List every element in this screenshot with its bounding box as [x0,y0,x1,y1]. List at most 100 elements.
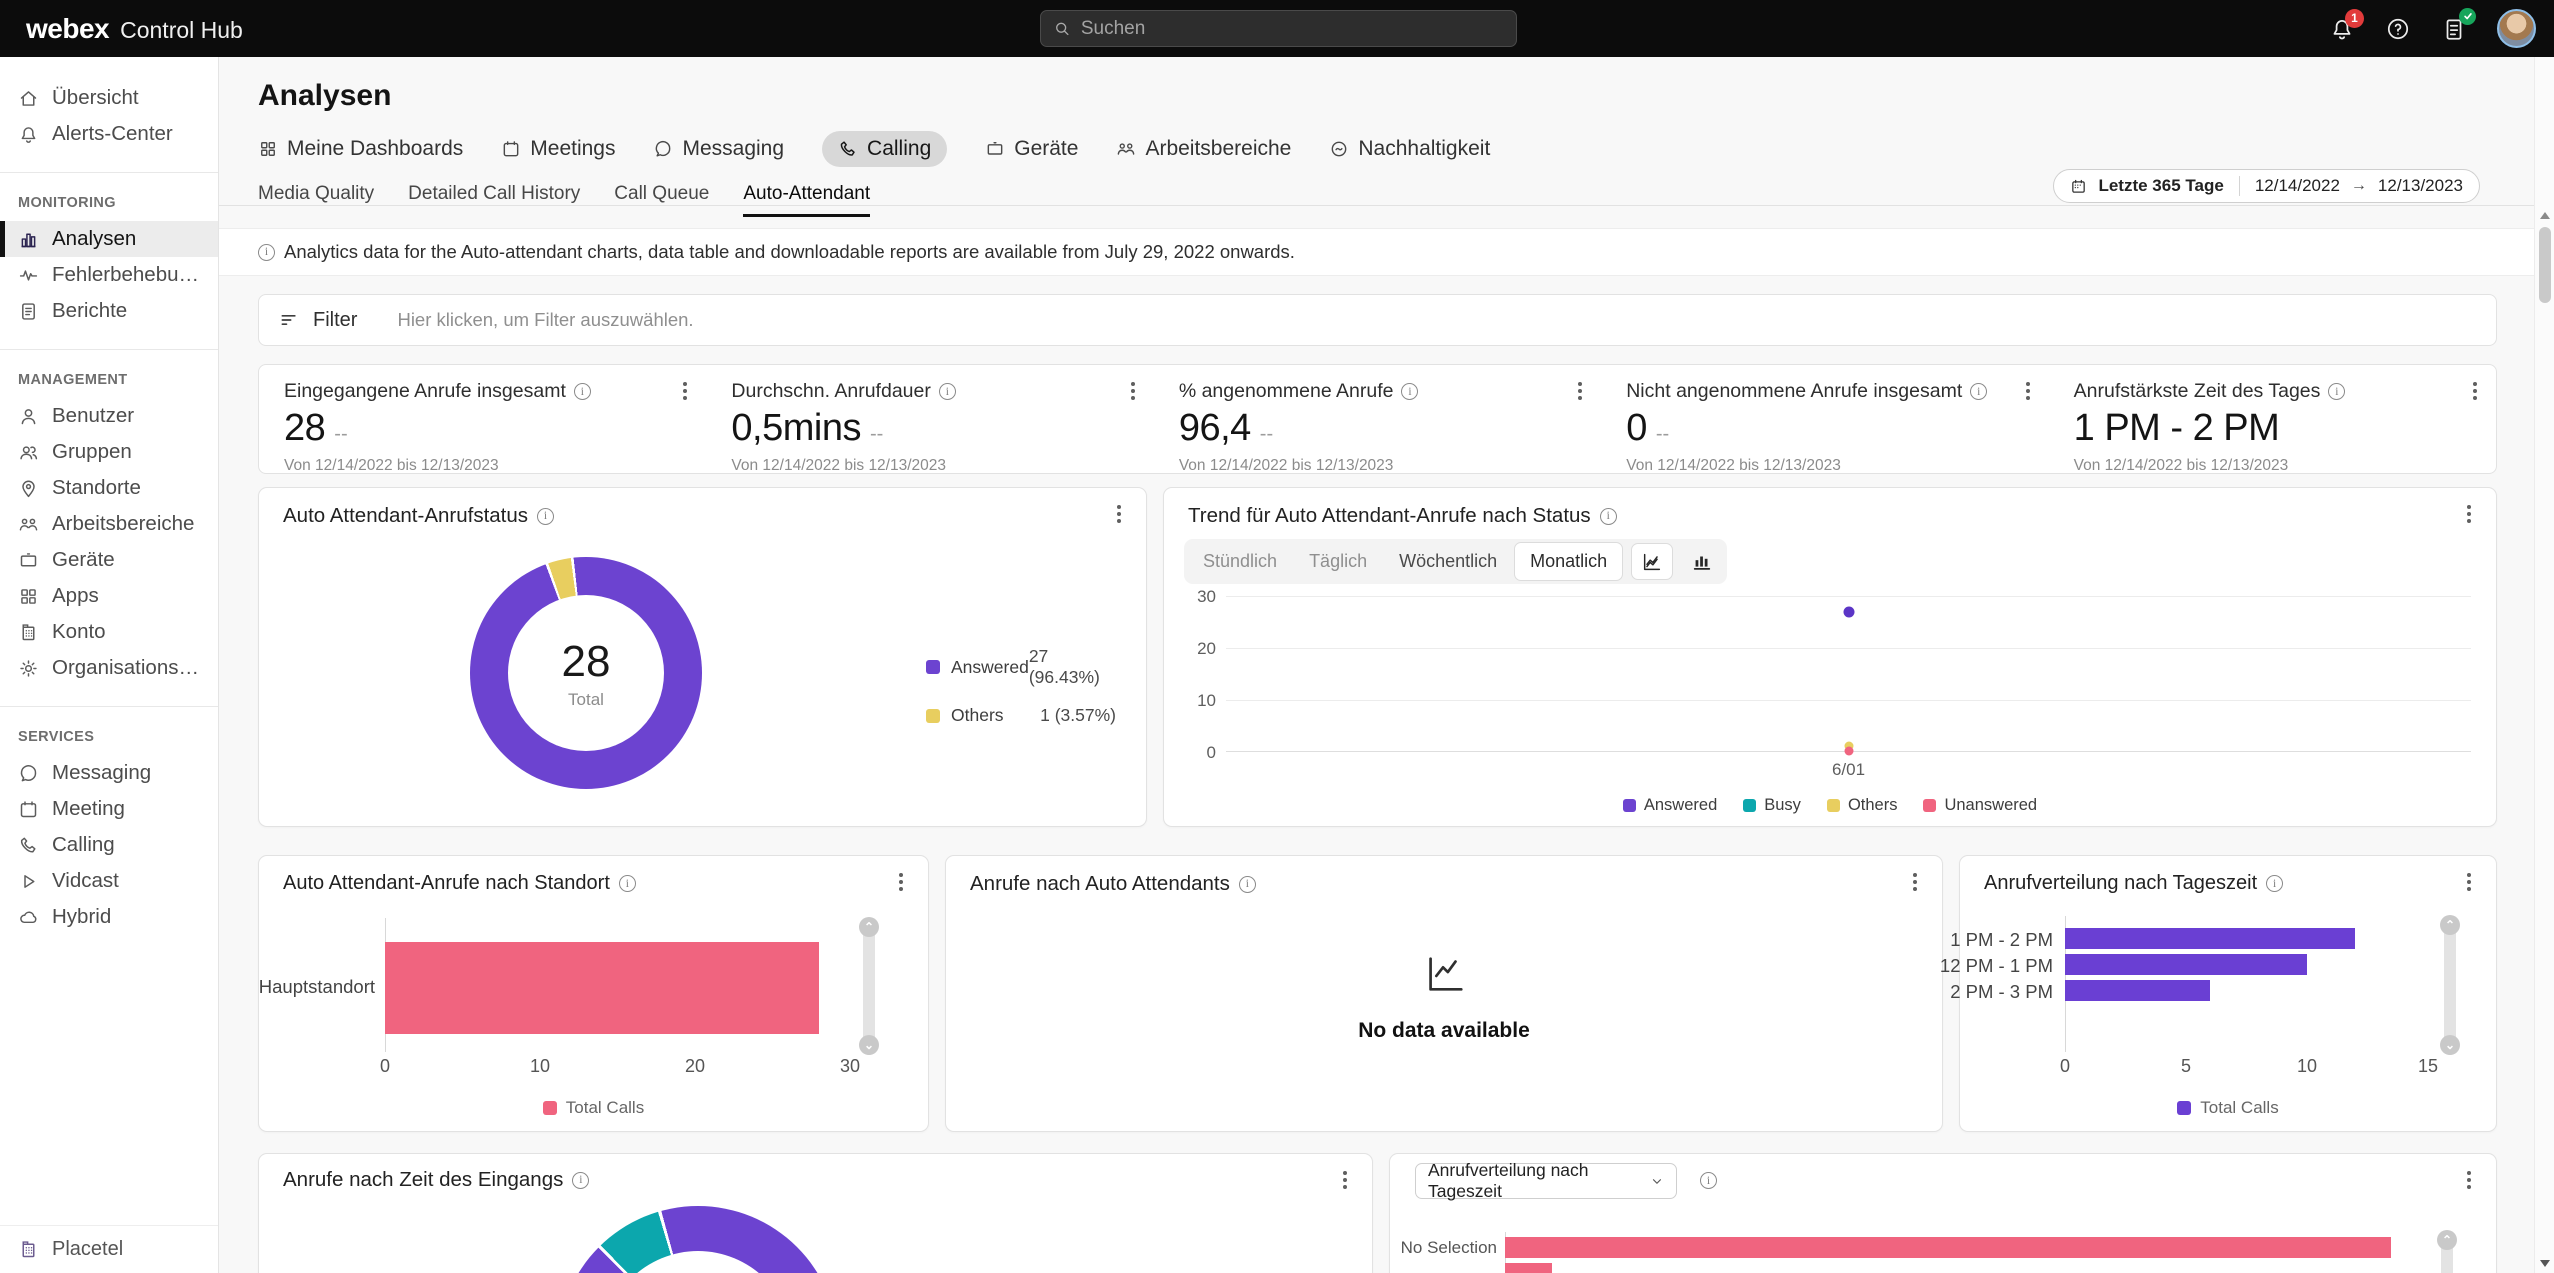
scroll-down-icon[interactable]: ⌄ [859,1035,879,1055]
subtab-auto-attendant[interactable]: Auto-Attendant [743,183,870,217]
info-icon[interactable]: i [619,875,636,892]
legend-answered[interactable]: Answered [1623,796,1717,815]
sidebar-item-apps[interactable]: Apps [0,578,218,614]
kebab-menu[interactable] [1120,379,1146,405]
kebab-menu[interactable] [672,379,698,405]
tab-nachhaltigkeit[interactable]: Nachhaltigkeit [1329,137,1490,161]
search-box[interactable] [1040,10,1517,47]
chart-scrollbar[interactable]: ⌃ [2441,1239,2453,1273]
data-point-answered[interactable] [1843,606,1854,617]
sidebar-footer-placetel[interactable]: Placetel [0,1225,218,1273]
date-end[interactable]: 12/13/2023 [2378,176,2463,196]
tab-arbeitsbereiche[interactable]: Arbeitsbereiche [1116,137,1291,161]
info-icon[interactable]: i [1401,383,1418,400]
toggle-stuendlich[interactable]: Stündlich [1188,543,1292,580]
info-icon[interactable]: i [1239,876,1256,893]
info-icon[interactable]: i [1700,1172,1717,1189]
info-icon[interactable]: i [537,508,554,525]
sidebar-item-messaging[interactable]: Messaging [0,755,218,791]
scroll-up-icon[interactable]: ⌃ [859,917,879,937]
tab-messaging[interactable]: Messaging [653,137,784,161]
bar-hauptstandort[interactable] [385,942,819,1034]
kebab-menu[interactable] [2456,502,2482,528]
sidebar-item-vidcast[interactable]: Vidcast [0,863,218,899]
info-icon[interactable]: i [1970,383,1987,400]
bar-partial[interactable] [1505,1263,1552,1273]
date-range-picker[interactable]: Letzte 365 Tage 12/14/2022 → 12/13/2023 [2053,169,2480,203]
info-icon[interactable]: i [574,383,591,400]
chart-scrollbar[interactable]: ⌃ ⌄ [2444,924,2456,1046]
sidebar-item-calling[interactable]: Calling [0,827,218,863]
search-input[interactable] [1081,18,1504,40]
subtab-call-queue[interactable]: Call Queue [614,183,709,217]
brand-logo[interactable]: webex Control Hub [26,13,243,45]
sidebar-item-meeting[interactable]: Meeting [0,791,218,827]
info-icon[interactable]: i [2266,875,2283,892]
sidebar-item-organisationseinstellungen[interactable]: Organisationseinstellun... [0,650,218,686]
sidebar-item-berichte[interactable]: Berichte [0,293,218,329]
toggle-monatlich[interactable]: Monatlich [1514,542,1623,581]
scroll-up-icon[interactable] [2540,212,2550,219]
whats-new-icon[interactable] [2441,16,2467,42]
toggle-woechentlich[interactable]: Wöchentlich [1384,543,1512,580]
info-icon[interactable]: i [1600,508,1617,525]
legend-busy[interactable]: Busy [1743,796,1801,815]
info-icon[interactable]: i [572,1172,589,1189]
legend-unanswered[interactable]: Unanswered [1923,796,2037,815]
sidebar-item-konto[interactable]: Konto [0,614,218,650]
sidebar-item-arbeitsbereiche[interactable]: Arbeitsbereiche [0,506,218,542]
scrollbar-thumb[interactable] [2539,227,2551,303]
call-status-donut[interactable]: 28 Total [470,557,702,789]
sidebar-item-fehlerbehebung[interactable]: Fehlerbehebung [0,257,218,293]
tab-meetings[interactable]: Meetings [501,137,615,161]
toggle-taeglich[interactable]: Täglich [1294,543,1382,580]
entry-time-donut[interactable] [558,1206,838,1273]
subtab-detailed-call-history[interactable]: Detailed Call History [408,183,580,217]
notifications-bell-icon[interactable]: 1 [2329,16,2355,42]
info-icon[interactable]: i [2328,383,2345,400]
legend-others[interactable]: Others1 (3.57%) [926,705,1116,726]
sidebar-item-gruppen[interactable]: Gruppen [0,434,218,470]
bar-no-selection[interactable] [1505,1237,2391,1258]
kebab-menu[interactable] [2015,379,2041,405]
chart-scrollbar[interactable]: ⌃ ⌄ [863,926,875,1046]
kebab-menu[interactable] [2462,379,2488,405]
help-icon[interactable] [2385,16,2411,42]
bar-chart-view-button[interactable] [1681,543,1723,580]
info-icon[interactable]: i [939,383,956,400]
bar-1pm-2pm[interactable] [2065,928,2355,949]
kebab-menu[interactable] [1106,502,1132,528]
sidebar-item-uebersicht[interactable]: Übersicht [0,80,218,116]
sidebar-item-geraete[interactable]: Geräte [0,542,218,578]
sidebar-item-standorte[interactable]: Standorte [0,470,218,506]
legend-others[interactable]: Others [1827,796,1898,815]
kebab-menu[interactable] [1902,870,1928,896]
legend-answered[interactable]: Answered27 (96.43%) [926,646,1116,688]
data-point-unanswered[interactable] [1844,747,1853,756]
avatar[interactable] [2497,9,2536,48]
scroll-up-icon[interactable]: ⌃ [2440,915,2460,935]
tab-calling[interactable]: Calling [822,131,947,167]
sidebar-item-hybrid[interactable]: Hybrid [0,899,218,935]
kebab-menu[interactable] [1567,379,1593,405]
tab-geraete[interactable]: Geräte [985,137,1078,161]
subtab-media-quality[interactable]: Media Quality [258,183,374,217]
tab-meine-dashboards[interactable]: Meine Dashboards [258,137,463,161]
bar-2pm-3pm[interactable] [2065,980,2210,1001]
filter-bar[interactable]: Filter Hier klicken, um Filter auszuwähl… [258,294,2497,346]
bar-12pm-1pm[interactable] [2065,954,2307,975]
chart-select-dropdown[interactable]: Anrufverteilung nach Tageszeit [1415,1163,1677,1199]
sidebar-item-alerts-center[interactable]: Alerts-Center [0,116,218,152]
date-start[interactable]: 12/14/2022 [2255,176,2340,196]
scroll-down-icon[interactable]: ⌄ [2440,1035,2460,1055]
scroll-up-icon[interactable]: ⌃ [2437,1230,2457,1250]
kebab-menu[interactable] [888,870,914,896]
kebab-menu[interactable] [1332,1168,1358,1194]
sidebar-item-benutzer[interactable]: Benutzer [0,398,218,434]
kebab-menu[interactable] [2456,1168,2482,1194]
kebab-menu[interactable] [2456,870,2482,896]
line-chart-view-button[interactable] [1631,543,1673,580]
page-scrollbar[interactable] [2534,57,2554,1273]
sidebar-item-analysen[interactable]: Analysen [0,221,218,257]
scroll-down-icon[interactable] [2540,1260,2550,1267]
